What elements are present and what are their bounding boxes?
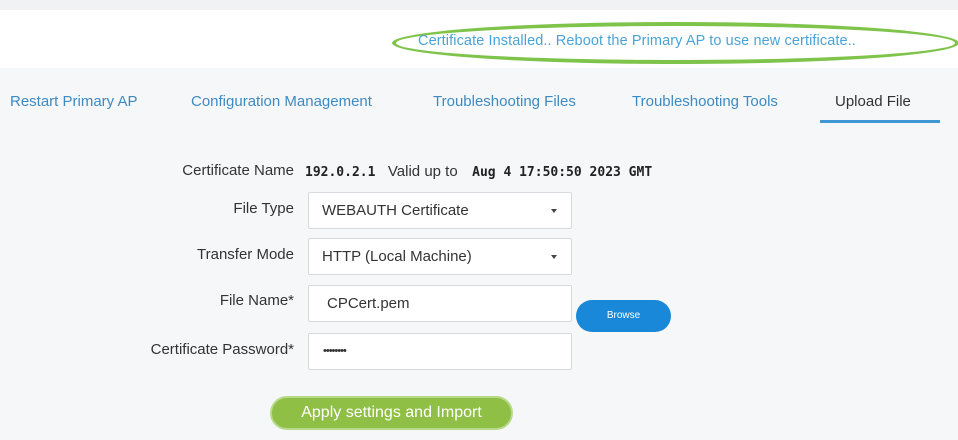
certificate-info: 192.0.2.1 Valid up to Aug 4 17:50:50 202…: [305, 163, 652, 181]
file-name-label: File Name*: [219, 292, 294, 309]
top-strip: [0, 0, 958, 10]
valid-up-to-value: Aug 4 17:50:50 2023 GMT: [472, 165, 653, 180]
tab-upload-file[interactable]: Upload File: [835, 93, 911, 110]
tab-troubleshooting-tools[interactable]: Troubleshooting Tools: [632, 93, 778, 110]
valid-up-to-label: Valid up to: [387, 163, 458, 180]
certificate-name-value: 192.0.2.1: [305, 165, 376, 180]
transfer-mode-label: Transfer Mode: [197, 246, 294, 263]
certificate-password-label: Certificate Password*: [150, 341, 294, 358]
chevron-down-icon: [551, 209, 557, 213]
notice-area: Certificate Installed.. Reboot the Prima…: [0, 10, 958, 68]
certificate-password-input[interactable]: ••••••••: [308, 333, 572, 370]
upload-form: Certificate Name 192.0.2.1 Valid up to A…: [0, 124, 958, 440]
transfer-mode-select[interactable]: HTTP (Local Machine): [308, 238, 572, 275]
tab-troubleshooting-files[interactable]: Troubleshooting Files: [433, 93, 576, 110]
upload-file-page: Certificate Installed.. Reboot the Prima…: [0, 0, 958, 440]
file-type-select[interactable]: WEBAUTH Certificate: [308, 192, 572, 229]
browse-button[interactable]: Browse: [576, 300, 671, 332]
main-panel: Restart Primary AP Configuration Managem…: [0, 68, 958, 440]
apply-settings-and-import-button[interactable]: Apply settings and Import: [270, 396, 513, 430]
certificate-name-label: Certificate Name: [182, 162, 294, 179]
file-name-value: CPCert.pem: [327, 295, 410, 312]
transfer-mode-value: HTTP (Local Machine): [322, 248, 472, 265]
file-type-value: WEBAUTH Certificate: [322, 202, 469, 219]
notice-message: Certificate Installed.. Reboot the Prima…: [418, 33, 856, 49]
tab-restart-primary-ap[interactable]: Restart Primary AP: [10, 93, 138, 110]
file-type-label: File Type: [233, 200, 294, 217]
tab-configuration-management[interactable]: Configuration Management: [191, 93, 372, 110]
active-tab-underline: [820, 120, 940, 123]
file-name-input[interactable]: CPCert.pem: [308, 285, 572, 322]
tab-bar: Restart Primary AP Configuration Managem…: [0, 68, 958, 124]
certificate-password-value: ••••••••: [323, 345, 347, 357]
chevron-down-icon: [551, 255, 557, 259]
